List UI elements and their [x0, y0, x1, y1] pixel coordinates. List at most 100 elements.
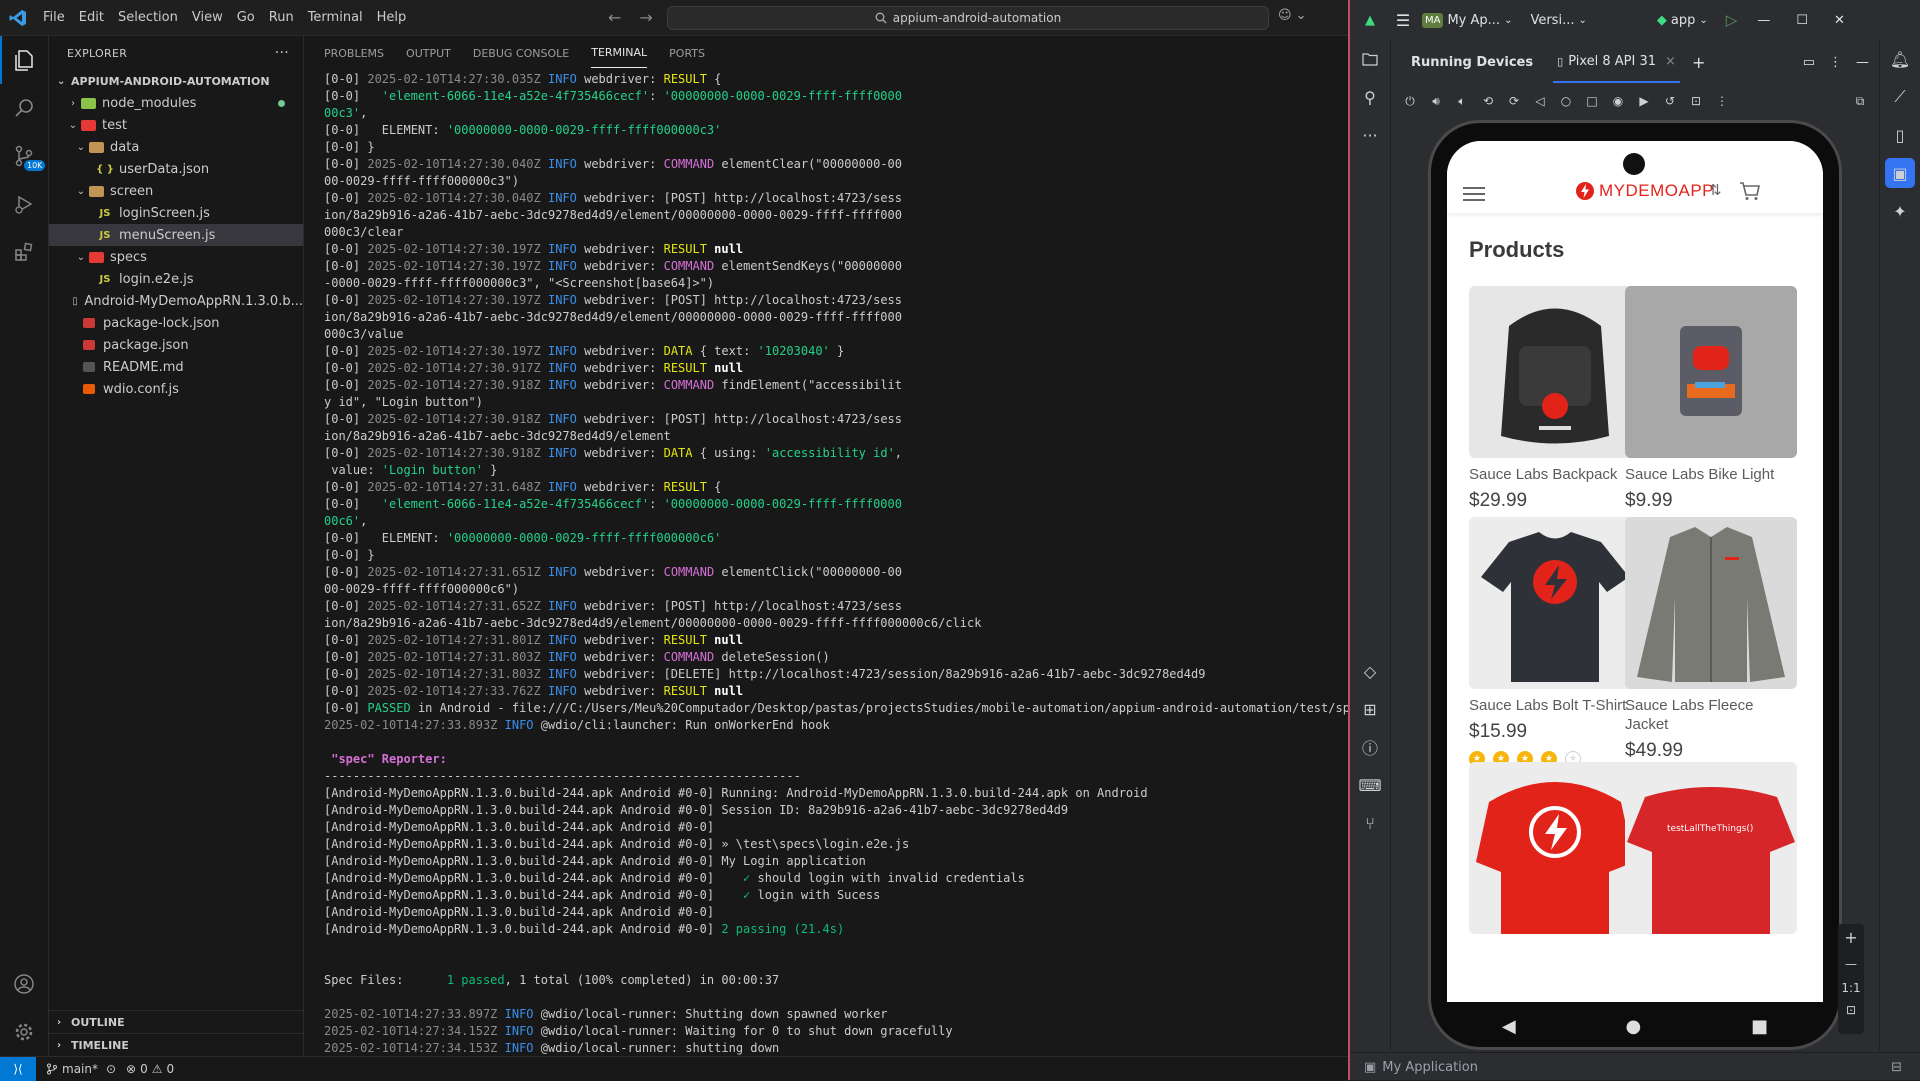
running-devices-icon[interactable]: ▣	[1885, 158, 1915, 188]
version-control-icon[interactable]: ⑂	[1350, 804, 1390, 842]
nav-back-icon[interactable]: ◀	[1502, 1016, 1516, 1037]
overview-icon[interactable]: □	[1579, 94, 1605, 108]
remote-indicator-icon[interactable]: ⟩⟨	[0, 1057, 36, 1081]
gemini-icon[interactable]: ✦	[1880, 192, 1920, 230]
options-icon[interactable]: ⋮	[1829, 55, 1842, 70]
screen-record-icon[interactable]: ▶	[1631, 94, 1657, 108]
tab-problems[interactable]: PROBLEMS	[324, 39, 384, 68]
timeline-section[interactable]: › TIMELINE	[49, 1033, 303, 1056]
maximize-icon[interactable]: ☐	[1796, 13, 1808, 28]
product-image[interactable]	[1469, 286, 1641, 458]
hide-panel-icon[interactable]: —	[1856, 55, 1869, 70]
product-name[interactable]: Sauce Labs Bolt T-Shirt	[1469, 696, 1641, 715]
accounts-icon[interactable]	[0, 960, 48, 1008]
menu-item-go[interactable]: Go	[230, 0, 262, 35]
project-root[interactable]: ⌄ APPIUM-ANDROID-AUTOMATION	[49, 70, 303, 92]
more-options-icon[interactable]: ⋮	[1709, 94, 1735, 108]
zoom-out-icon[interactable]: —	[1845, 957, 1857, 971]
status-message-icon[interactable]: ⊟	[1891, 1060, 1902, 1075]
tree-item[interactable]: { } userData.json	[49, 158, 303, 180]
run-debug-icon[interactable]	[0, 180, 48, 228]
logcat-icon[interactable]: ⊞	[1350, 690, 1390, 728]
tree-item[interactable]: ▯ Android-MyDemoAppRN.1.3.0.b...	[49, 290, 303, 312]
run-icon[interactable]: ▷	[1726, 11, 1738, 29]
outline-section[interactable]: › OUTLINE	[49, 1010, 303, 1033]
product-image[interactable]	[1625, 286, 1797, 458]
more-actions-icon[interactable]: ···	[275, 45, 289, 61]
search-icon[interactable]	[0, 84, 48, 132]
product-name[interactable]: Sauce Labs Backpack	[1469, 465, 1641, 484]
tree-item[interactable]: ⌄ data	[49, 136, 303, 158]
product-image[interactable]	[1625, 517, 1797, 689]
status-module-label[interactable]: My Application	[1382, 1060, 1478, 1075]
home-icon[interactable]: ○	[1553, 94, 1579, 108]
tree-item[interactable]: JS loginScreen.js	[49, 202, 303, 224]
product-card[interactable]: Sauce Labs Fleece Jacket$49.99★★★★★	[1625, 517, 1797, 786]
problems-indicator[interactable]: ⊗ 0 ⚠ 0	[126, 1062, 174, 1076]
source-control-icon[interactable]: 10K	[0, 132, 48, 180]
hamburger-menu-icon[interactable]: ☰	[1390, 11, 1416, 30]
volume-down-icon[interactable]: 🔈︎	[1449, 94, 1475, 109]
vcs-selector[interactable]: Versi...	[1530, 13, 1574, 28]
tab-debug-console[interactable]: DEBUG CONSOLE	[473, 39, 569, 68]
problems-icon[interactable]: ⓘ	[1350, 728, 1390, 766]
product-image[interactable]: testLallTheThings()	[1625, 762, 1797, 934]
forward-arrow-icon[interactable]: →	[639, 8, 652, 27]
tree-item[interactable]: › node_modules	[49, 92, 303, 114]
sort-icon[interactable]: ⇅	[1709, 181, 1722, 199]
settings-gear-icon[interactable]	[0, 1008, 48, 1056]
notifications-bell-icon[interactable]: 🔔︎	[1880, 40, 1920, 78]
build-variants-icon[interactable]: ◇	[1350, 652, 1390, 690]
resource-manager-icon[interactable]: ⚲	[1350, 78, 1390, 116]
product-image[interactable]	[1469, 762, 1641, 934]
project-folder-icon[interactable]	[1350, 40, 1390, 78]
tree-item[interactable]: ⌄ screen	[49, 180, 303, 202]
back-arrow-icon[interactable]: ←	[608, 8, 621, 27]
zoom-fit-icon[interactable]: ⊡	[1846, 1003, 1856, 1017]
run-config-selector[interactable]: app	[1671, 13, 1695, 28]
product-image[interactable]	[1469, 517, 1641, 689]
product-card[interactable]: Sauce Labs Backpack$29.99★★★★★	[1469, 286, 1641, 536]
terminal-icon[interactable]: ⌨	[1350, 766, 1390, 804]
product-name[interactable]: Sauce Labs Fleece Jacket	[1625, 696, 1797, 734]
tree-item[interactable]: ⌄ specs	[49, 246, 303, 268]
product-card[interactable]: testLallTheThings()	[1625, 762, 1797, 934]
project-selector[interactable]: My Ap...	[1447, 13, 1500, 28]
display-settings-icon[interactable]: ⊡	[1683, 94, 1709, 108]
extensions-icon[interactable]	[0, 228, 48, 276]
app-menu-icon[interactable]	[1463, 187, 1485, 201]
volume-up-icon[interactable]: 🔊︎	[1423, 94, 1449, 109]
menu-item-view[interactable]: View	[185, 0, 230, 35]
zoom-actual-size[interactable]: 1:1	[1841, 981, 1860, 995]
tree-item[interactable]: package.json	[49, 334, 303, 356]
menu-item-edit[interactable]: Edit	[72, 0, 111, 35]
close-tab-icon[interactable]: ×	[1665, 54, 1676, 69]
tree-item[interactable]: package-lock.json	[49, 312, 303, 334]
product-card[interactable]	[1469, 762, 1641, 934]
screenshot-icon[interactable]: ◉	[1605, 94, 1631, 108]
device-tab[interactable]: ▯ Pixel 8 API 31 ×	[1553, 42, 1680, 83]
more-tools-icon[interactable]: ···	[1350, 116, 1390, 154]
product-card[interactable]: Sauce Labs Bike Light$9.99★★★★★	[1625, 286, 1797, 536]
product-card[interactable]: Sauce Labs Bolt T-Shirt $15.99 ★ ★ ★ ★ ★	[1469, 517, 1641, 767]
nav-home-icon[interactable]: ●	[1626, 1016, 1642, 1037]
minimize-icon[interactable]: —	[1757, 13, 1770, 28]
menu-item-run[interactable]: Run	[262, 0, 301, 35]
tree-item[interactable]: README.md	[49, 356, 303, 378]
phone-screen[interactable]: MYDEMOAPP ⇅ Products Sauce Labs Backpack…	[1447, 141, 1823, 1002]
product-name[interactable]: Sauce Labs Bike Light	[1625, 465, 1797, 484]
tab-ports[interactable]: PORTS	[669, 39, 705, 68]
tree-item[interactable]: ⌄ test	[49, 114, 303, 136]
menu-item-help[interactable]: Help	[370, 0, 414, 35]
menu-item-terminal[interactable]: Terminal	[301, 0, 370, 35]
tree-item[interactable]: JS login.e2e.js	[49, 268, 303, 290]
back-icon[interactable]: ◁	[1527, 94, 1553, 108]
tree-item[interactable]: JS menuScreen.js	[49, 224, 303, 246]
menu-item-selection[interactable]: Selection	[111, 0, 185, 35]
copilot-icon[interactable]: ☺ ⌄	[1278, 8, 1307, 23]
tab-output[interactable]: OUTPUT	[406, 39, 451, 68]
power-icon[interactable]: ⏻	[1397, 94, 1423, 109]
nav-recents-icon[interactable]: ■	[1751, 1016, 1768, 1037]
terminal-output[interactable]: [0-0] 2025-02-10T14:27:30.035Z INFO webd…	[324, 71, 1348, 1056]
git-branch[interactable]: main* ⊙	[46, 1062, 116, 1076]
